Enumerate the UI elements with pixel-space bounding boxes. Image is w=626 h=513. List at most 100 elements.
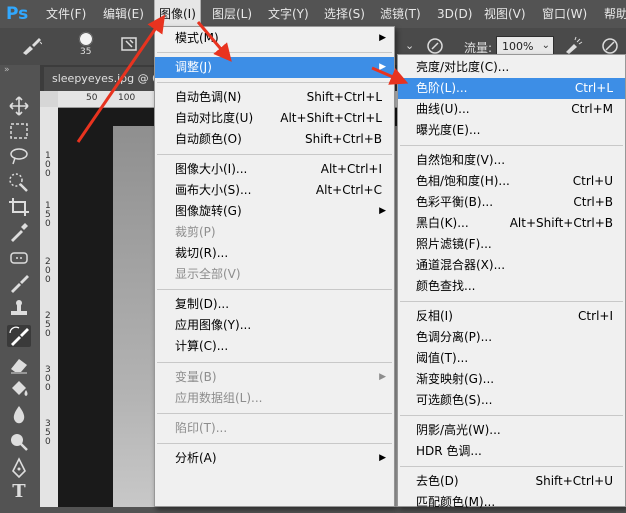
ruler-label: 100 bbox=[118, 93, 136, 103]
pressure-size-icon[interactable] bbox=[600, 36, 620, 56]
menu-item-match-color[interactable]: 匹配颜色(M)... bbox=[398, 492, 625, 513]
flow-value: 100% bbox=[502, 40, 534, 53]
menu-item-channel-mixer[interactable]: 通道混合器(X)... bbox=[398, 255, 625, 276]
menu-item-invert[interactable]: 反相(I) Ctrl+I bbox=[398, 306, 625, 327]
ruler-label: 0 bbox=[45, 437, 51, 447]
menu-item-brightness-contrast[interactable]: 亮度/对比度(C)... bbox=[398, 57, 625, 78]
eraser-tool-icon[interactable] bbox=[7, 353, 31, 375]
adjustments-submenu: 亮度/对比度(C)... 色阶(L)... Ctrl+L 曲线(U)... Ctrl… bbox=[397, 54, 626, 509]
menu-item-trim[interactable]: 裁切(R)... bbox=[155, 243, 394, 264]
menu-separator bbox=[400, 466, 623, 467]
ruler-label: 0 bbox=[45, 169, 51, 179]
menu-item-color-balance[interactable]: 色彩平衡(B)... Ctrl+B bbox=[398, 192, 625, 213]
menu-item-gradient-map[interactable]: 渐变映射(G)... bbox=[398, 369, 625, 390]
pen-tool-icon[interactable] bbox=[7, 457, 31, 479]
ruler-label: 0 bbox=[45, 383, 51, 393]
brush-size-value: 35 bbox=[80, 47, 92, 57]
menu-item-auto-tone[interactable]: 自动色调(N) Shift+Ctrl+L bbox=[155, 87, 394, 108]
menu-item-desaturate[interactable]: 去色(D) Shift+Ctrl+U bbox=[398, 471, 625, 492]
clone-stamp-tool-icon[interactable] bbox=[7, 297, 31, 319]
menu-separator bbox=[157, 52, 392, 53]
tools-panel: » T bbox=[0, 65, 41, 507]
menu-separator bbox=[157, 82, 392, 83]
collapse-panel-icon[interactable]: » bbox=[4, 65, 10, 75]
menu-item-threshold[interactable]: 阈值(T)... bbox=[398, 348, 625, 369]
menu-select[interactable]: 选择(S) bbox=[324, 0, 365, 28]
ruler-label: 0 bbox=[45, 275, 51, 285]
flow-field[interactable]: 100% ⌄ bbox=[496, 36, 554, 56]
menu-separator bbox=[157, 443, 392, 444]
menu-layer[interactable]: 图层(L) bbox=[212, 0, 252, 28]
ruler-label: 50 bbox=[86, 93, 98, 103]
menu-help[interactable]: 帮助 bbox=[604, 0, 626, 28]
menu-item-auto-contrast[interactable]: 自动对比度(U) Alt+Shift+Ctrl+L bbox=[155, 108, 394, 129]
menu-separator bbox=[400, 301, 623, 302]
paint-bucket-tool-icon[interactable] bbox=[7, 378, 31, 400]
menu-item-hue-saturation[interactable]: 色相/饱和度(H)... Ctrl+U bbox=[398, 171, 625, 192]
menu-item-shadows-highlights[interactable]: 阴影/高光(W)... bbox=[398, 420, 625, 441]
menu-item-levels[interactable]: 色阶(L)... Ctrl+L bbox=[398, 78, 625, 99]
menu-type[interactable]: 文字(Y) bbox=[268, 0, 309, 28]
menu-item-curves[interactable]: 曲线(U)... Ctrl+M bbox=[398, 99, 625, 120]
menu-item-apply-data-set: 应用数据组(L)... bbox=[175, 391, 263, 405]
healing-brush-tool-icon[interactable] bbox=[7, 247, 31, 269]
eyedropper-tool-icon[interactable] bbox=[7, 221, 31, 243]
menu-separator bbox=[157, 289, 392, 290]
menu-3d[interactable]: 3D(D) bbox=[437, 0, 472, 28]
crop-tool-icon[interactable] bbox=[7, 196, 31, 218]
image-menu: 模式(M) ▶ 调整(J) ▶ 自动色调(N) Shift+Ctrl+L 自动对比度(… bbox=[154, 26, 395, 507]
menu-item-selective-color[interactable]: 可选颜色(S)... bbox=[398, 390, 625, 411]
menu-item-posterize[interactable]: 色调分离(P)... bbox=[398, 327, 625, 348]
menu-item-mode[interactable]: 模式(M) ▶ bbox=[155, 28, 394, 49]
submenu-arrow-icon: ▶ bbox=[379, 206, 386, 216]
photoshop-logo: Ps bbox=[6, 4, 29, 24]
menu-separator bbox=[157, 154, 392, 155]
menu-edit[interactable]: 编辑(E) bbox=[103, 0, 144, 28]
menu-item-variables: 变量(B) ▶ bbox=[155, 367, 394, 388]
menu-view[interactable]: 视图(V) bbox=[484, 0, 526, 28]
submenu-arrow-icon: ▶ bbox=[379, 372, 386, 382]
chevron-down-icon[interactable]: ⌄ bbox=[542, 36, 550, 56]
airbrush-icon[interactable] bbox=[563, 36, 583, 56]
document-tab[interactable]: sleepyeyes.jpg @ 6 bbox=[44, 67, 164, 91]
brush-preset-icon[interactable] bbox=[78, 31, 94, 47]
menu-file[interactable]: 文件(F) bbox=[46, 0, 86, 28]
history-brush-tool-icon[interactable] bbox=[7, 325, 31, 347]
menu-filter[interactable]: 滤镜(T) bbox=[380, 0, 421, 28]
menu-item-canvas-size[interactable]: 画布大小(S)... Alt+Ctrl+C bbox=[155, 180, 394, 201]
type-tool-icon[interactable]: T bbox=[7, 481, 31, 503]
menu-item-calculations[interactable]: 计算(C)... bbox=[155, 336, 394, 357]
lasso-tool-icon[interactable] bbox=[7, 145, 31, 167]
menu-item-image-rotation[interactable]: 图像旋转(G) ▶ bbox=[155, 201, 394, 222]
menu-item-vibrance[interactable]: 自然饱和度(V)... bbox=[398, 150, 625, 171]
move-tool-icon[interactable] bbox=[7, 95, 31, 117]
menu-separator bbox=[157, 362, 392, 363]
menu-separator bbox=[400, 145, 623, 146]
menu-item-trap: 陷印(T)... bbox=[175, 421, 228, 435]
menu-item-analysis[interactable]: 分析(A) ▶ bbox=[155, 448, 394, 469]
menu-item-photo-filter[interactable]: 照片滤镜(F)... bbox=[398, 234, 625, 255]
menu-item-black-white[interactable]: 黑白(K)... Alt+Shift+Ctrl+B bbox=[398, 213, 625, 234]
quick-select-tool-icon[interactable] bbox=[7, 171, 31, 193]
menu-item-image-size[interactable]: 图像大小(I)... Alt+Ctrl+I bbox=[155, 159, 394, 180]
menu-item-apply-image[interactable]: 应用图像(Y)... bbox=[155, 315, 394, 336]
menu-bar: Ps 文件(F) 编辑(E) 图像(I) 图层(L) 文字(Y) 选择(S) 滤… bbox=[0, 0, 626, 28]
menu-window[interactable]: 窗口(W) bbox=[542, 0, 587, 28]
menu-image[interactable]: 图像(I) bbox=[154, 0, 201, 28]
menu-item-color-lookup[interactable]: 颜色查找... bbox=[398, 276, 625, 297]
brush-tool-icon[interactable] bbox=[20, 36, 42, 56]
dropdown-chevron-icon[interactable]: ⌄ bbox=[400, 36, 418, 56]
submenu-arrow-icon: ▶ bbox=[379, 62, 386, 72]
menu-item-adjustments[interactable]: 调整(J) ▶ bbox=[155, 57, 394, 78]
menu-item-auto-color[interactable]: 自动颜色(O) Shift+Ctrl+B bbox=[155, 129, 394, 150]
brush-tool-icon[interactable] bbox=[7, 272, 31, 294]
ruler-origin bbox=[40, 91, 58, 107]
menu-item-duplicate[interactable]: 复制(D)... bbox=[155, 294, 394, 315]
menu-item-hdr-toning[interactable]: HDR 色调... bbox=[398, 441, 625, 462]
dodge-tool-icon[interactable] bbox=[7, 430, 31, 452]
brush-panel-icon[interactable] bbox=[120, 35, 138, 53]
pressure-opacity-icon[interactable] bbox=[426, 37, 444, 55]
marquee-tool-icon[interactable] bbox=[7, 120, 31, 142]
menu-item-exposure[interactable]: 曝光度(E)... bbox=[398, 120, 625, 141]
blur-tool-icon[interactable] bbox=[7, 404, 31, 426]
